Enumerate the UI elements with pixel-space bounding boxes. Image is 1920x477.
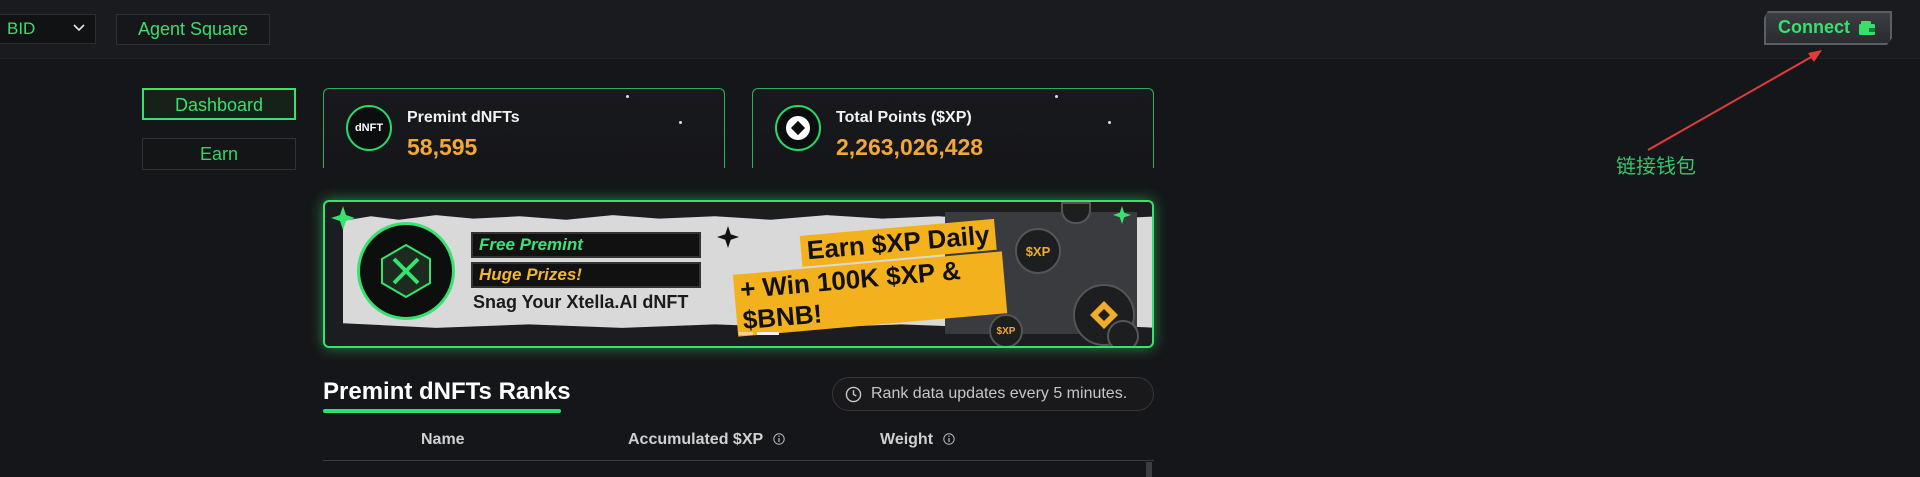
table-scrollbar[interactable] (1146, 462, 1152, 477)
stat-value: 2,263,026,428 (836, 134, 984, 160)
free-premint-tag: Free Premint (471, 232, 701, 258)
annotation-arrow (1647, 50, 1822, 151)
stat-title: Premint dNFTs (407, 109, 520, 126)
wallet-icon (1859, 21, 1875, 35)
total-points-card: Total Points ($XP) 2,263,026,428 (752, 88, 1154, 168)
rank-update-note: Rank data updates every 5 minutes. (832, 377, 1154, 411)
ranks-tab-underline (323, 409, 561, 413)
network-select-value: BID (7, 19, 36, 38)
dnft-icon: dNFT (346, 105, 392, 151)
agent-square-button[interactable]: Agent Square (116, 14, 270, 45)
decor-dot (1055, 95, 1058, 98)
chevron-down-icon (73, 24, 85, 32)
premint-dnfts-card: dNFT Premint dNFTs 58,595 (323, 88, 725, 168)
dnft-medal-icon (357, 222, 455, 320)
connect-label: Connect (1778, 17, 1850, 37)
sparkle-icon (1113, 206, 1131, 224)
sidebar-item-dashboard[interactable]: Dashboard (142, 88, 296, 120)
xp-coin-icon: $XP (989, 314, 1023, 346)
top-bar: BID Agent Square Connect (0, 0, 1920, 59)
medal-small-icon (1107, 320, 1139, 346)
decor-dot (679, 121, 682, 124)
table-header-divider (323, 460, 1154, 461)
info-icon[interactable] (943, 433, 956, 445)
carousel-indicator[interactable] (739, 332, 779, 336)
banner-subtitle: Snag Your Xtella.AI dNFT (473, 292, 689, 312)
update-note-text: Rank data updates every 5 minutes. (871, 385, 1128, 402)
stat-value: 58,595 (407, 134, 478, 160)
column-header-name[interactable]: Name (421, 431, 465, 449)
decor-dot (1108, 121, 1111, 124)
huge-prizes-tag: Huge Prizes! (471, 262, 701, 288)
promo-banner[interactable]: Free Premint Huge Prizes! Snag Your Xtel… (323, 200, 1154, 348)
points-icon (775, 105, 821, 151)
xp-coin-icon: $XP (1015, 228, 1061, 274)
sparkle-icon (331, 206, 355, 230)
info-icon[interactable] (773, 433, 786, 445)
ranks-title: Premint dNFTs Ranks (323, 378, 571, 405)
annotation-label: 链接钱包 (1616, 156, 1696, 178)
network-select[interactable]: BID (0, 14, 96, 44)
sidebar-item-earn[interactable]: Earn (142, 138, 296, 170)
clock-icon (845, 386, 862, 403)
decor-dot (626, 95, 629, 98)
column-header-weight[interactable]: Weight (880, 431, 956, 449)
stat-title: Total Points ($XP) (836, 109, 972, 126)
column-header-accumulated-xp[interactable]: Accumulated $XP (628, 431, 786, 449)
